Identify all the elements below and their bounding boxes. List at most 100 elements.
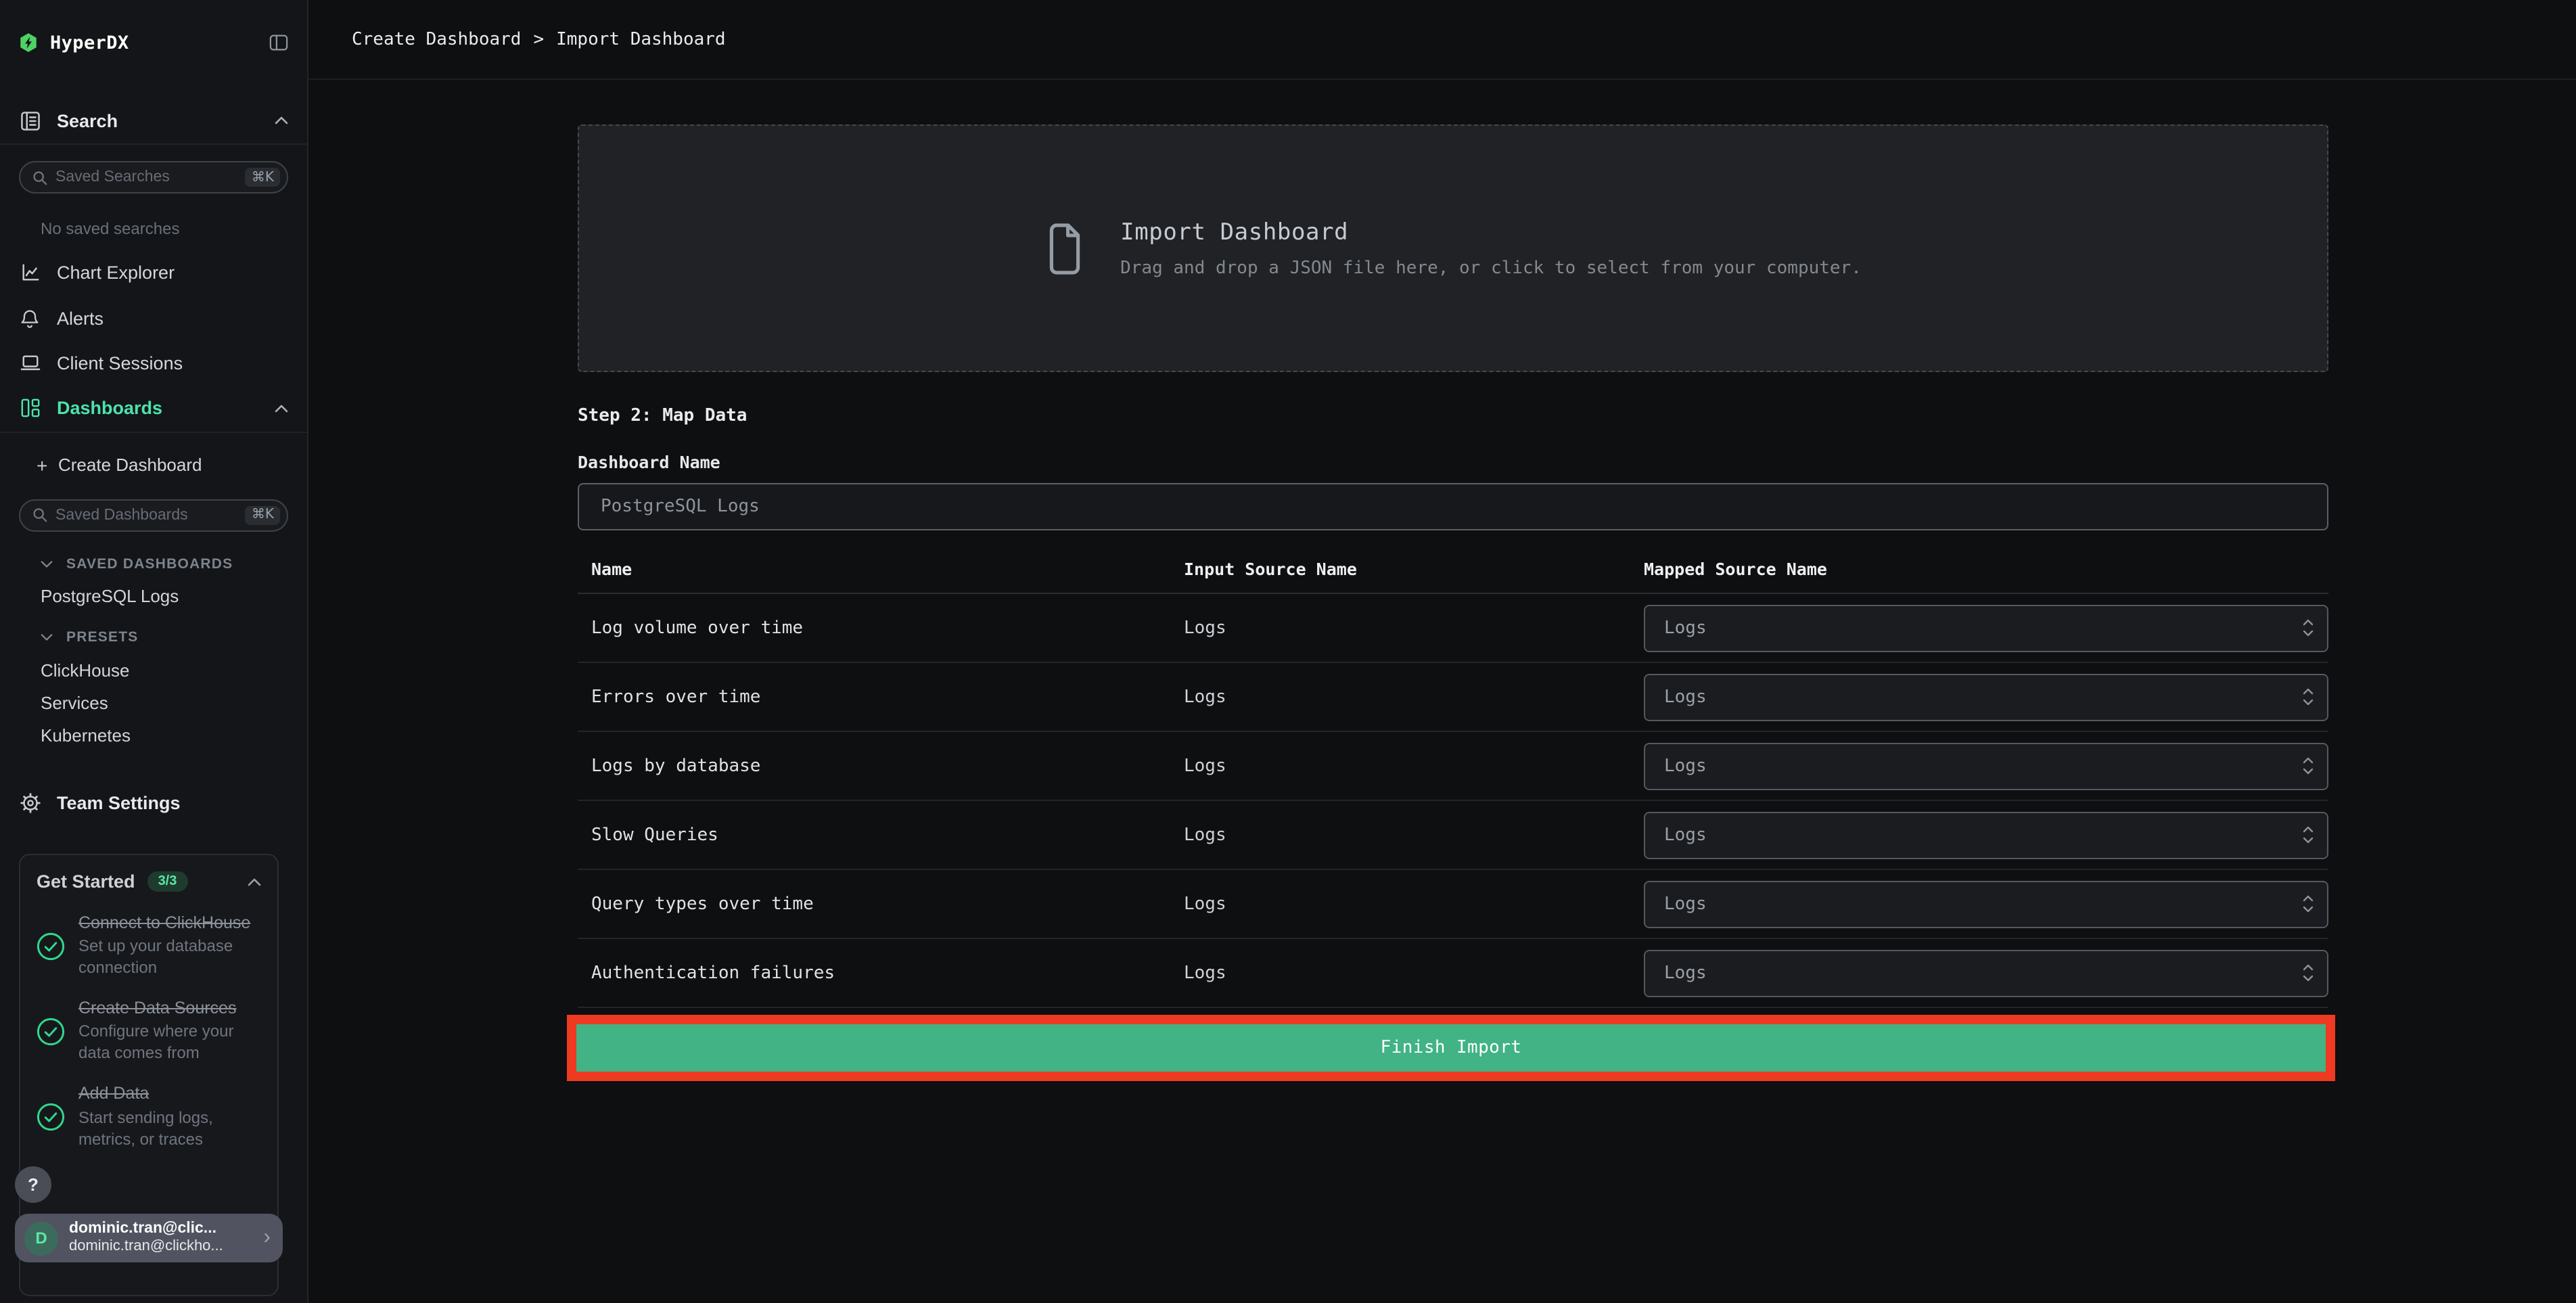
help-button[interactable]: ? xyxy=(15,1166,51,1203)
selected-option: Logs xyxy=(1664,825,1707,845)
mapped-source-select[interactable]: Logs xyxy=(1644,811,2328,859)
mapped-source-select[interactable]: Logs xyxy=(1644,673,2328,721)
nav-label: Client Sessions xyxy=(57,352,183,373)
preset-item[interactable]: Services xyxy=(0,687,307,719)
breadcrumb-import-dashboard: Import Dashboard xyxy=(556,29,726,49)
saved-dashboard-item[interactable]: PostgreSQL Logs xyxy=(0,580,307,612)
hyperdx-logo-icon xyxy=(19,32,38,53)
create-dashboard-button[interactable]: + Create Dashboard xyxy=(0,443,307,486)
breadcrumb: Create Dashboard > Import Dashboard xyxy=(308,0,2576,80)
dropzone-text: Import Dashboard Drag and drop a JSON fi… xyxy=(1120,219,1862,278)
breadcrumb-create-dashboard[interactable]: Create Dashboard xyxy=(352,29,521,49)
chevron-up-icon[interactable] xyxy=(275,116,288,124)
chevron-up-icon[interactable] xyxy=(275,405,288,413)
app-title: HyperDX xyxy=(50,32,129,53)
bell-icon xyxy=(19,308,41,328)
chevron-down-icon xyxy=(41,633,53,640)
sidebar-item-team-settings[interactable]: Team Settings xyxy=(0,790,307,817)
sidebar-item-dashboards[interactable]: Dashboards xyxy=(0,386,307,431)
step-title: Step 2: Map Data xyxy=(578,406,748,426)
selected-option: Logs xyxy=(1664,618,1707,638)
table-row: Slow Queries Logs Logs xyxy=(578,801,2328,870)
checklist-item-subtitle: Start sending logs, metrics, or traces xyxy=(78,1107,213,1149)
search-icon xyxy=(32,507,47,522)
sidebar-item-alerts[interactable]: Alerts xyxy=(0,296,307,341)
checklist-item-title: Create Data Sources xyxy=(78,999,237,1018)
file-icon xyxy=(1044,221,1085,275)
sidebar: HyperDX Search Saved Searches ⌘K No save… xyxy=(0,0,308,1303)
main-area: Create Dashboard > Import Dashboard Impo… xyxy=(308,0,2576,1303)
saved-searches-input[interactable]: Saved Searches ⌘K xyxy=(19,161,288,193)
checklist-item[interactable]: Connect to ClickHouse Set up your databa… xyxy=(37,912,261,980)
table-row: Query types over time Logs Logs xyxy=(578,870,2328,939)
user-email: dominic.tran@clickho... xyxy=(69,1238,223,1255)
chart-explorer-icon xyxy=(19,262,41,283)
mapped-source-select[interactable]: Logs xyxy=(1644,949,2328,997)
saved-dashboards-placeholder: Saved Dashboards xyxy=(55,507,188,524)
finish-import-button[interactable]: Finish Import xyxy=(576,1024,2326,1072)
mapped-source-select[interactable]: Logs xyxy=(1644,742,2328,790)
get-started-checklist: Connect to ClickHouse Set up your databa… xyxy=(37,912,261,1151)
gear-icon xyxy=(19,793,41,813)
saved-dashboards-input[interactable]: Saved Dashboards ⌘K xyxy=(19,499,288,532)
presets-group-header[interactable]: PRESETS xyxy=(41,627,288,646)
checklist-item-title: Add Data xyxy=(78,1084,150,1103)
dashboard-name-label: Dashboard Name xyxy=(578,452,720,472)
search-icon xyxy=(32,170,47,185)
team-settings-label: Team Settings xyxy=(57,793,181,814)
saved-dashboards-group-header[interactable]: SAVED DASHBOARDS xyxy=(41,554,288,573)
mapped-source-select[interactable]: Logs xyxy=(1644,604,2328,652)
logo-row: HyperDX xyxy=(0,0,307,53)
column-header-input-source: Input Source Name xyxy=(1184,559,1357,579)
app-window: HyperDX Search Saved Searches ⌘K No save… xyxy=(0,0,2576,1303)
checklist-item-subtitle: Configure where your data comes from xyxy=(78,1022,234,1063)
shortcut-badge: ⌘K xyxy=(245,168,280,187)
mapped-source-select[interactable]: Logs xyxy=(1644,880,2328,928)
breadcrumb-separator: > xyxy=(533,29,545,49)
user-menu[interactable]: D dominic.tran@clic... dominic.tran@clic… xyxy=(15,1214,283,1262)
table-header: Name Input Source Name Mapped Source Nam… xyxy=(578,551,2328,594)
divider xyxy=(0,431,307,433)
row-input-source: Logs xyxy=(1184,687,1226,707)
row-input-source: Logs xyxy=(1184,894,1226,914)
nav-label: Chart Explorer xyxy=(57,262,175,283)
progress-badge: 3/3 xyxy=(147,871,188,892)
checklist-item-title: Connect to ClickHouse xyxy=(78,913,251,932)
table-row: Authentication failures Logs Logs xyxy=(578,939,2328,1008)
group-title: PRESETS xyxy=(66,628,139,645)
sidebar-item-client-sessions[interactable]: Client Sessions xyxy=(0,341,307,386)
import-dashboard-content: Import Dashboard Drag and drop a JSON fi… xyxy=(567,80,2335,1081)
no-saved-searches-note: No saved searches xyxy=(41,219,180,238)
sidebar-collapse-icon[interactable] xyxy=(269,34,288,51)
select-carets-icon xyxy=(2303,757,2314,775)
row-name: Authentication failures xyxy=(591,963,835,983)
checklist-item[interactable]: Create Data Sources Configure where your… xyxy=(37,997,261,1065)
dropzone-title: Import Dashboard xyxy=(1120,219,1349,246)
get-started-header[interactable]: Get Started 3/3 xyxy=(37,871,261,892)
saved-dashboards-list: PostgreSQL Logs xyxy=(0,580,307,612)
search-section-label: Search xyxy=(57,110,118,131)
checklist-item-text: Connect to ClickHouse Set up your databa… xyxy=(78,912,254,980)
chevron-right-icon: › xyxy=(263,1226,271,1249)
preset-item[interactable]: Kubernetes xyxy=(0,719,307,752)
sidebar-item-chart-explorer[interactable]: Chart Explorer xyxy=(0,250,307,296)
table-row: Errors over time Logs Logs xyxy=(578,663,2328,732)
avatar: D xyxy=(24,1221,58,1255)
json-dropzone[interactable]: Import Dashboard Drag and drop a JSON fi… xyxy=(578,124,2328,372)
plus-icon: + xyxy=(37,454,48,476)
dropzone-inner: Import Dashboard Drag and drop a JSON fi… xyxy=(1044,219,1862,278)
dashboard-name-input[interactable]: PostgreSQL Logs xyxy=(578,483,2328,530)
nav-label: Alerts xyxy=(57,308,104,329)
laptop-icon xyxy=(19,354,41,373)
sidebar-nav: Chart Explorer Alerts Client Sessions Da… xyxy=(0,250,307,431)
chevron-up-icon[interactable] xyxy=(248,877,261,886)
preset-item[interactable]: ClickHouse xyxy=(0,654,307,687)
mapping-table: Name Input Source Name Mapped Source Nam… xyxy=(578,551,2328,1008)
row-name: Log volume over time xyxy=(591,618,804,638)
checklist-item[interactable]: Add Data Start sending logs, metrics, or… xyxy=(37,1083,261,1151)
row-input-source: Logs xyxy=(1184,756,1226,776)
row-name: Query types over time xyxy=(591,894,814,914)
select-carets-icon xyxy=(2303,895,2314,913)
sidebar-item-search[interactable]: Search xyxy=(0,107,307,134)
row-input-source: Logs xyxy=(1184,963,1226,983)
